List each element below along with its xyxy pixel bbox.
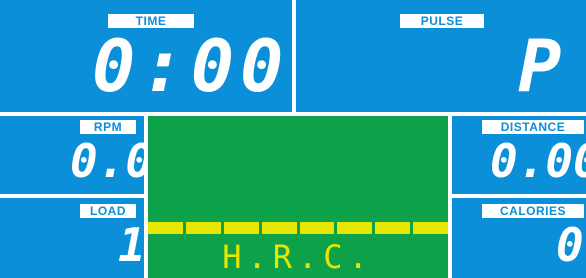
calories-value: 0 bbox=[556, 218, 584, 272]
calories-label: CALORIES bbox=[482, 204, 584, 218]
distance-panel: DISTANCE 0.00 bbox=[452, 116, 586, 194]
load-panel: LOAD 1 bbox=[0, 198, 146, 278]
profile-bar bbox=[337, 222, 373, 234]
profile-bar bbox=[413, 222, 448, 234]
rpm-value: 0.0 bbox=[70, 134, 154, 188]
mode-text: H.R.C. bbox=[222, 238, 374, 276]
profile-bar-row bbox=[148, 222, 448, 234]
profile-bar bbox=[261, 222, 297, 234]
profile-bar bbox=[148, 222, 183, 234]
profile-bar bbox=[185, 222, 221, 234]
load-label: LOAD bbox=[80, 204, 136, 218]
center-display: H.R.C. bbox=[148, 116, 448, 278]
pulse-label: PULSE bbox=[400, 14, 484, 28]
console-display: TIME 0:00 PULSE P RPM 0.0 LOAD 1 H.R.C. … bbox=[0, 0, 586, 278]
profile-bar bbox=[375, 222, 411, 234]
rpm-panel: RPM 0.0 bbox=[0, 116, 153, 194]
pulse-value: P bbox=[518, 24, 562, 108]
load-value: 1 bbox=[118, 218, 146, 272]
calories-panel: CALORIES 0 bbox=[452, 198, 586, 278]
distance-value: 0.00 bbox=[490, 134, 586, 188]
profile-bar bbox=[223, 222, 259, 234]
time-panel: TIME 0:00 bbox=[0, 0, 292, 112]
pulse-panel: PULSE P bbox=[296, 0, 586, 112]
profile-bar bbox=[299, 222, 335, 234]
time-value: 0:00 bbox=[92, 24, 290, 108]
distance-label: DISTANCE bbox=[482, 120, 584, 134]
rpm-label: RPM bbox=[80, 120, 136, 134]
